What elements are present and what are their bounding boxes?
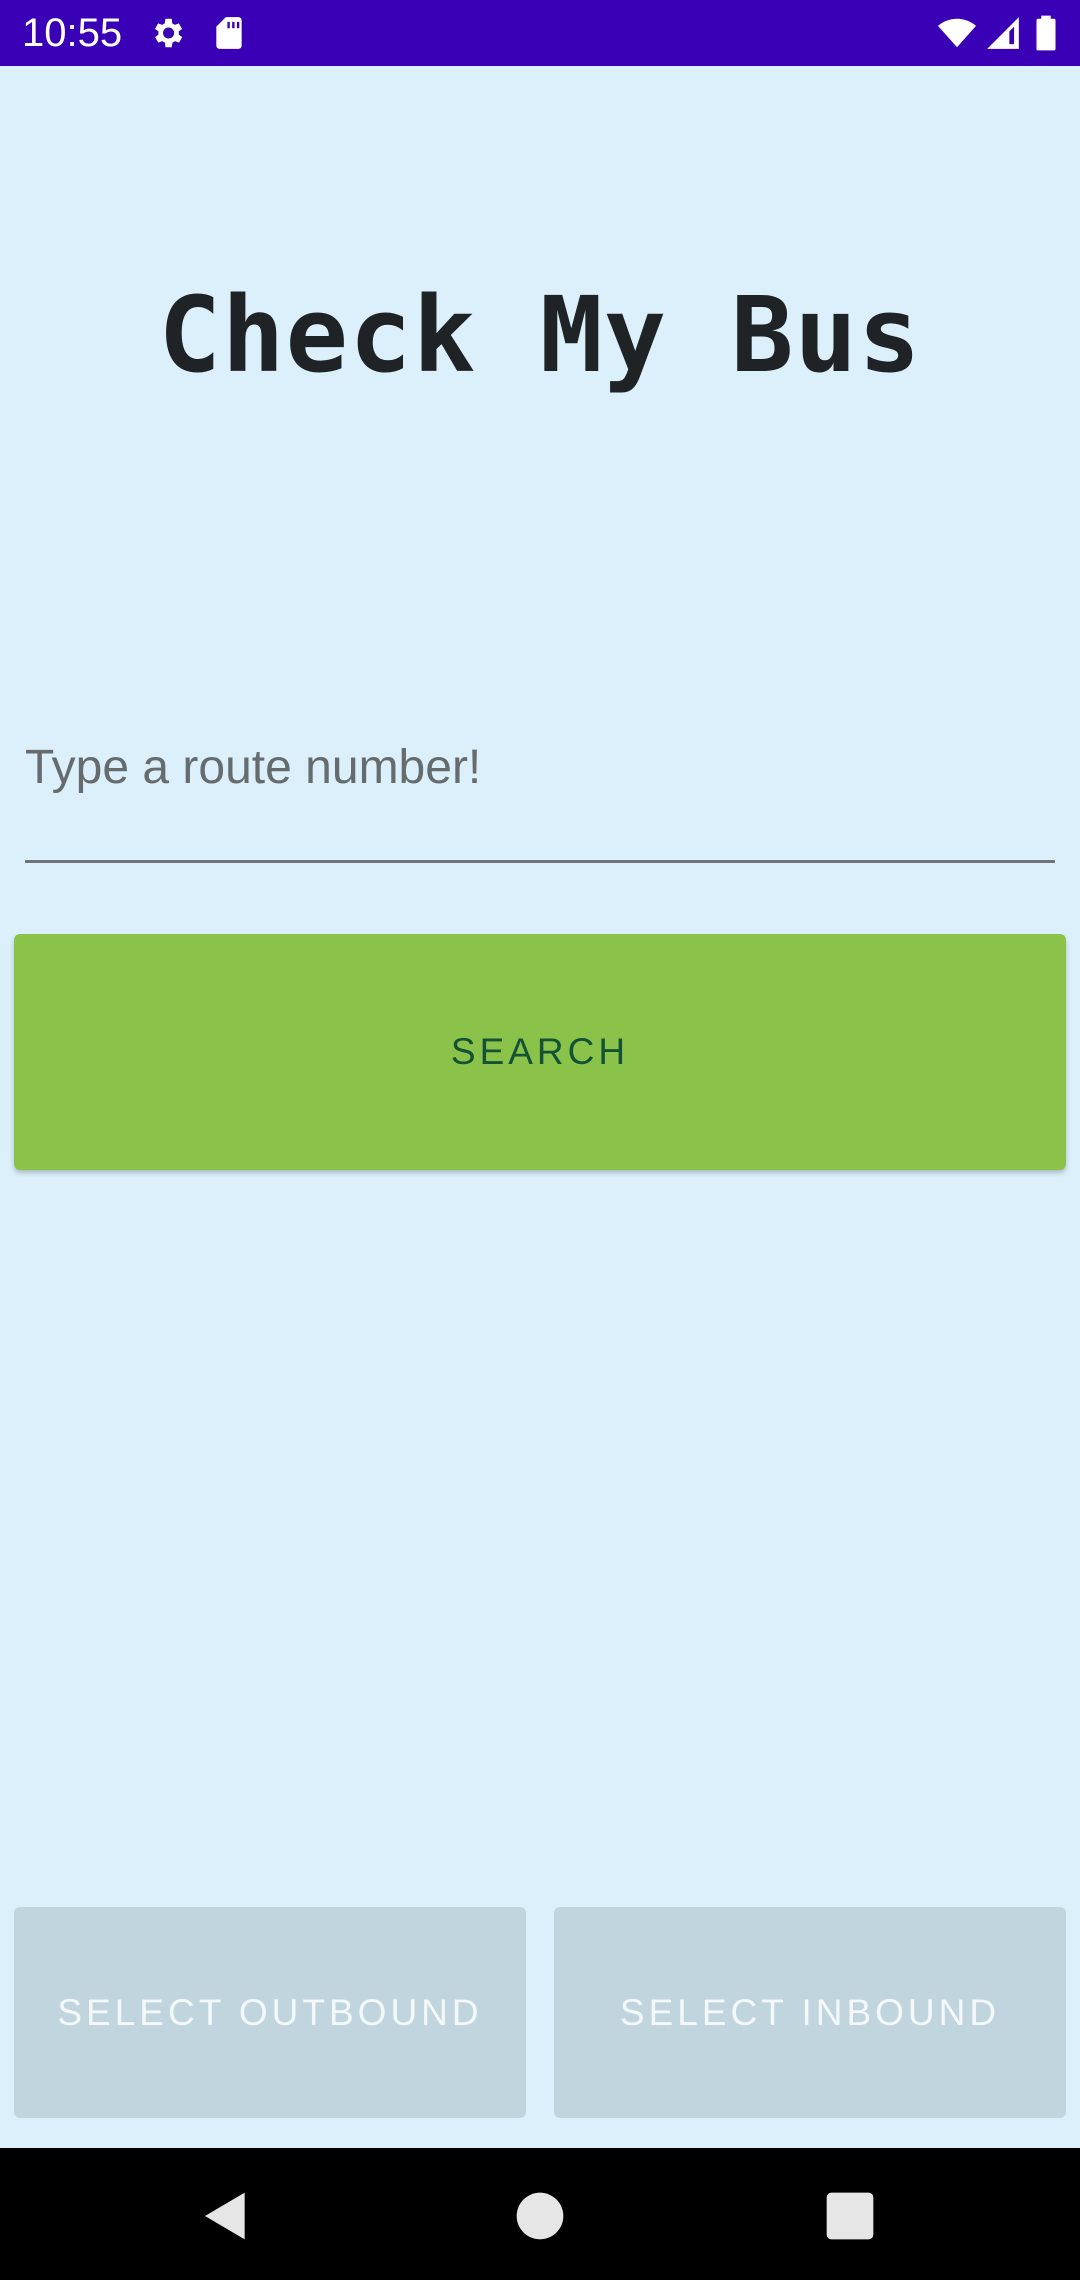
sd-card-icon — [210, 14, 248, 52]
cell-signal-icon — [984, 14, 1022, 52]
select-inbound-button[interactable]: SELECT INBOUND — [554, 1907, 1066, 2118]
settings-icon — [148, 14, 186, 52]
battery-icon — [1032, 14, 1060, 52]
route-input-container — [25, 715, 1055, 867]
back-icon[interactable] — [198, 2188, 254, 2244]
navigation-bar — [0, 2148, 1080, 2280]
route-number-input[interactable] — [25, 715, 1055, 863]
select-outbound-button[interactable]: SELECT OUTBOUND — [14, 1907, 526, 2118]
wifi-icon — [936, 14, 978, 52]
app-title: Check My Bus — [158, 274, 922, 396]
app-screen: 10:55 Check My Bus SEARCH SELECT OUTBOUN… — [0, 0, 1080, 2280]
status-time: 10:55 — [22, 11, 123, 55]
recents-icon[interactable] — [822, 2188, 878, 2244]
search-button[interactable]: SEARCH — [14, 934, 1066, 1170]
home-icon[interactable] — [512, 2188, 568, 2244]
status-bar: 10:55 — [0, 0, 1080, 66]
